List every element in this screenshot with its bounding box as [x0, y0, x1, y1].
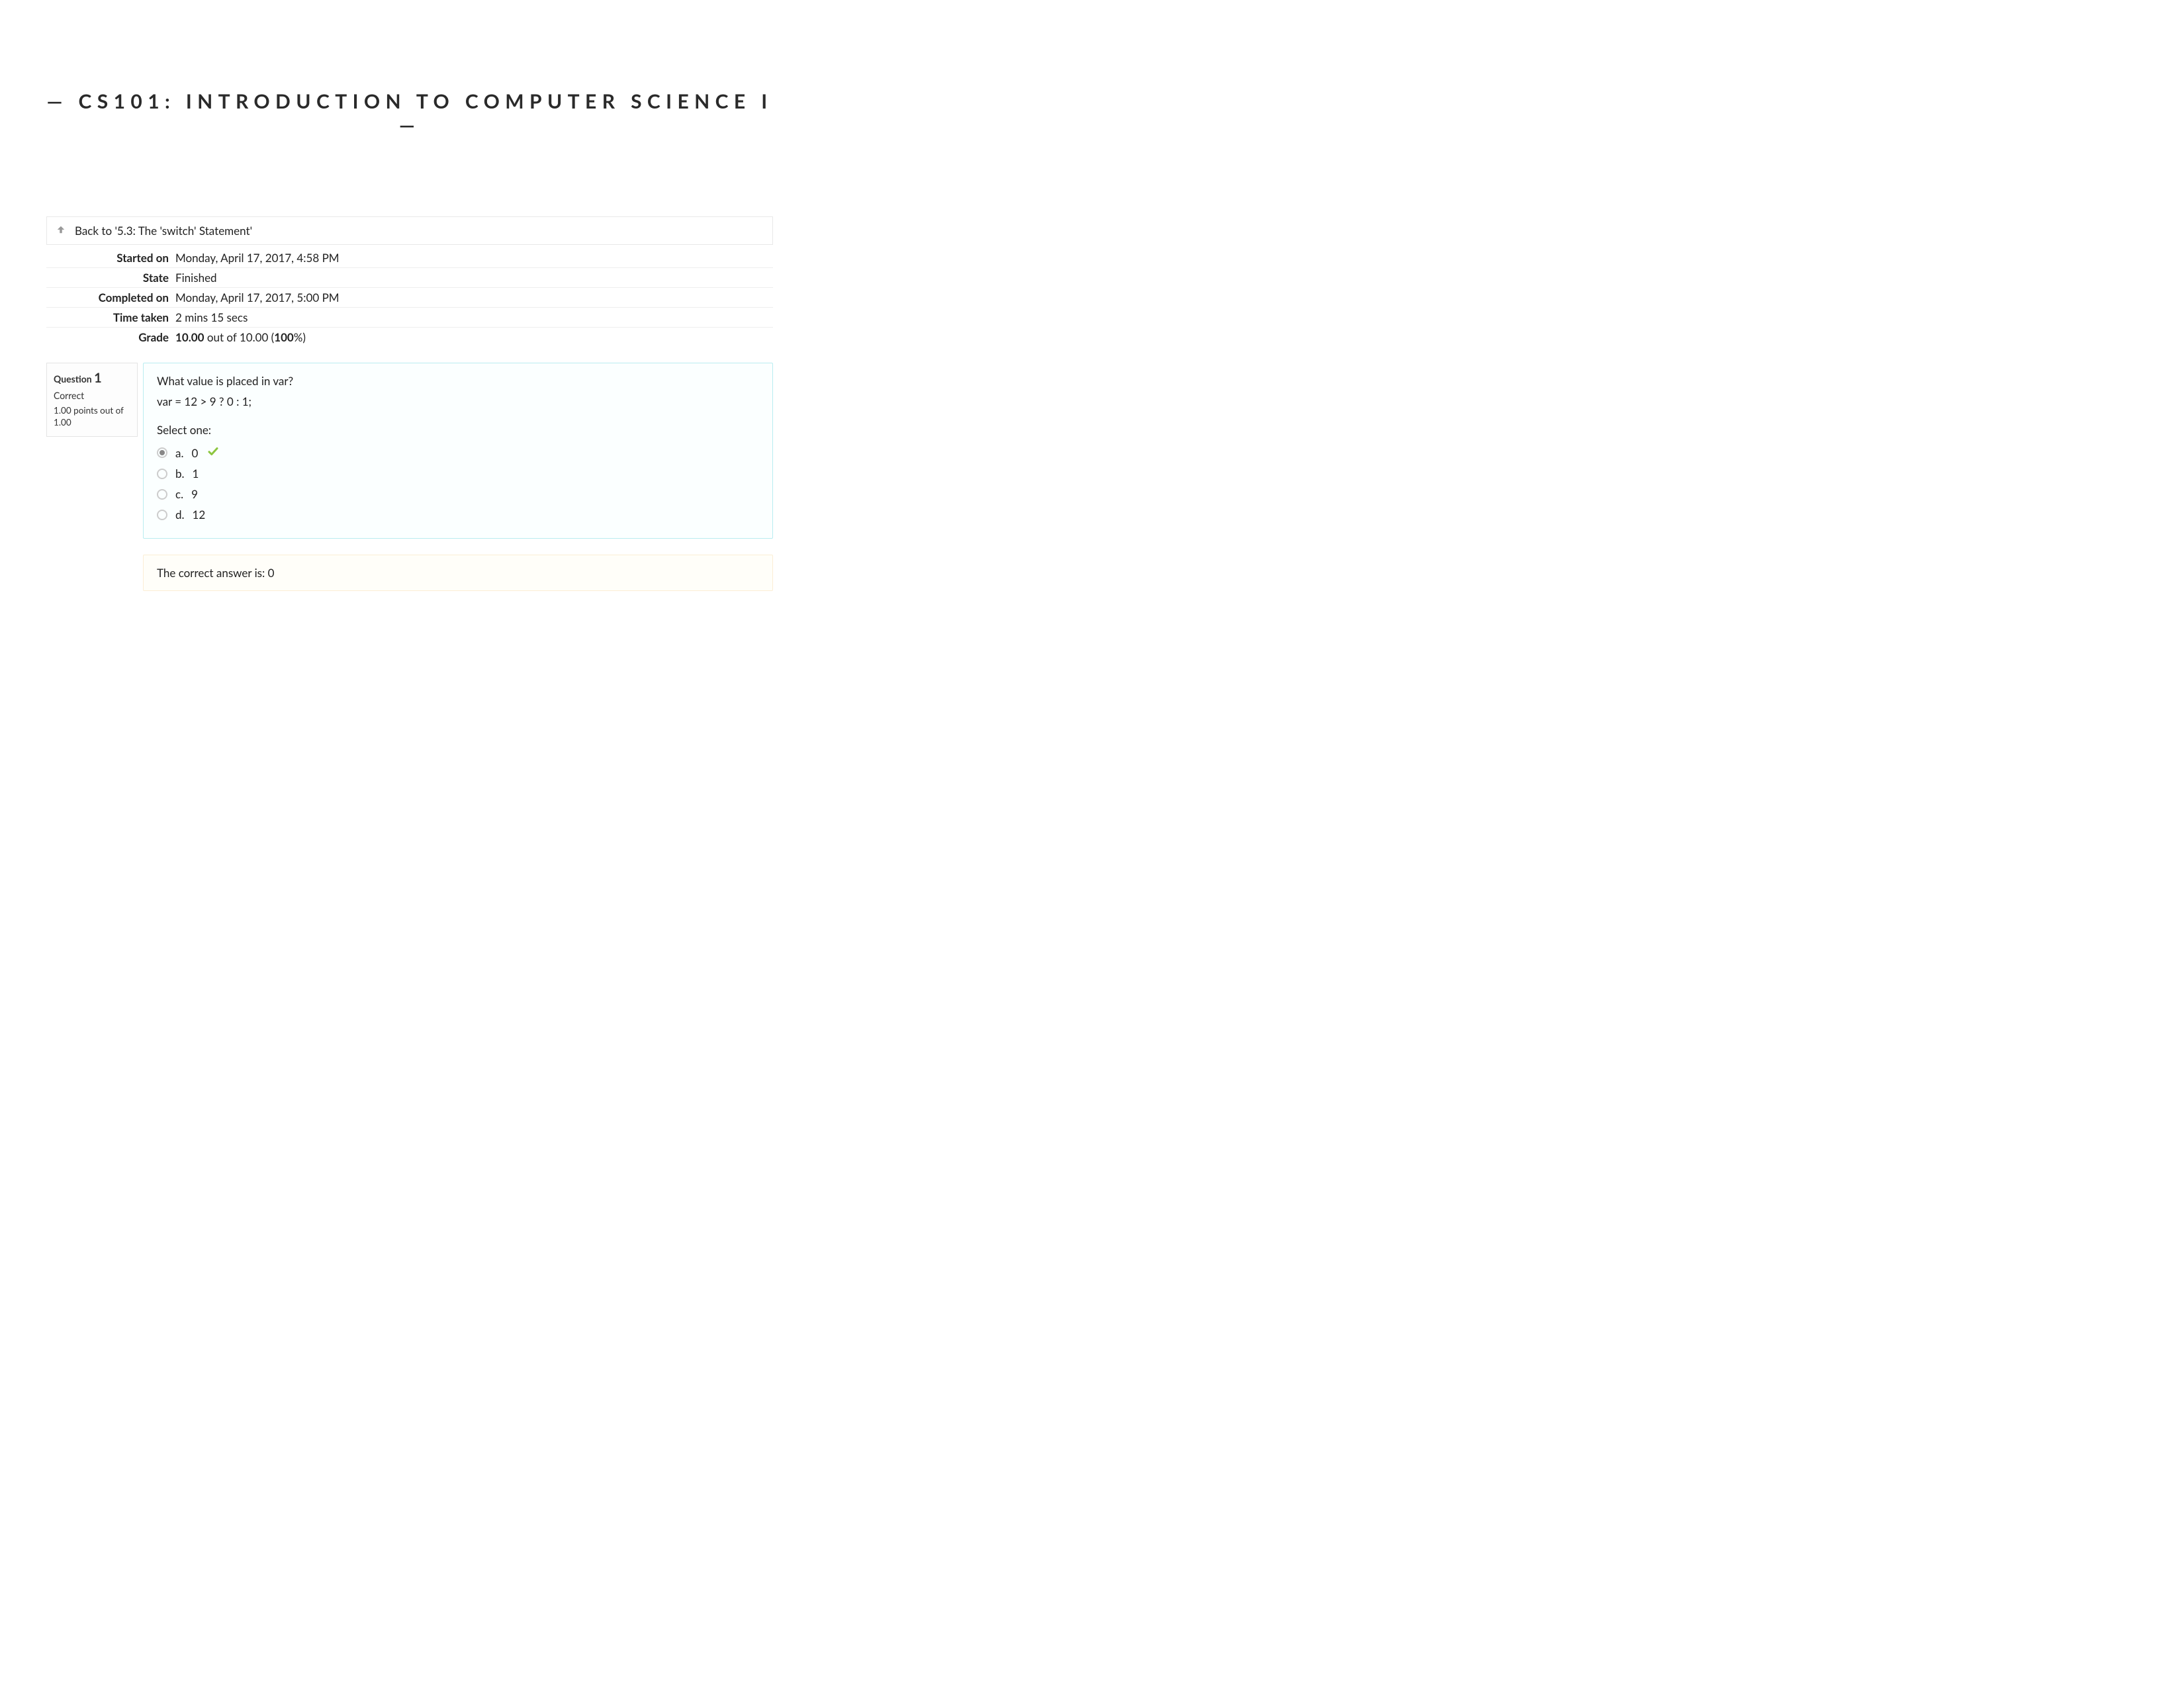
question-number: 1 — [94, 370, 102, 386]
time-taken-label: Time taken — [46, 308, 175, 328]
option-a[interactable]: a. 0 — [157, 442, 759, 463]
question-label: Question — [54, 373, 92, 385]
back-link-label: Back to '5.3: The 'switch' Statement' — [75, 224, 252, 238]
grade-percent: 100 — [274, 330, 294, 344]
feedback-box: The correct answer is: 0 — [143, 555, 773, 591]
option-letter: b. — [175, 467, 185, 480]
state-label: State — [46, 268, 175, 288]
option-d[interactable]: d. 12 — [157, 504, 759, 525]
completed-on-value: Monday, April 17, 2017, 5:00 PM — [175, 288, 773, 308]
grade-out-of: out of 10.00 ( — [204, 330, 274, 344]
option-c[interactable]: c. 9 — [157, 484, 759, 504]
question-prompt: What value is placed in var? — [157, 374, 759, 388]
question-status: Correct — [54, 390, 130, 401]
started-on-label: Started on — [46, 248, 175, 268]
question-area: Question 1 Correct 1.00 points out of 1.… — [46, 363, 773, 591]
page-title: — CS101: INTRODUCTION TO COMPUTER SCIENC… — [46, 89, 773, 137]
grade-earned: 10.00 — [175, 330, 204, 344]
grade-label: Grade — [46, 328, 175, 347]
option-letter: a. — [175, 446, 183, 460]
started-on-value: Monday, April 17, 2017, 4:58 PM — [175, 248, 773, 268]
question-body: What value is placed in var? var = 12 > … — [143, 363, 773, 539]
table-row: Completed on Monday, April 17, 2017, 5:0… — [46, 288, 773, 308]
option-text: 12 — [193, 508, 206, 522]
option-text: 9 — [191, 487, 198, 501]
radio-icon — [157, 447, 167, 458]
table-row: Grade 10.00 out of 10.00 (100%) — [46, 328, 773, 347]
completed-on-label: Completed on — [46, 288, 175, 308]
table-row: State Finished — [46, 268, 773, 288]
question-points: 1.00 points out of 1.00 — [54, 405, 130, 428]
select-one-label: Select one: — [157, 423, 759, 437]
table-row: Started on Monday, April 17, 2017, 4:58 … — [46, 248, 773, 268]
radio-icon — [157, 489, 167, 500]
question-meta-box: Question 1 Correct 1.00 points out of 1.… — [46, 363, 138, 437]
grade-value: 10.00 out of 10.00 (100%) — [175, 328, 773, 347]
option-b[interactable]: b. 1 — [157, 463, 759, 484]
option-letter: c. — [175, 487, 183, 501]
state-value: Finished — [175, 268, 773, 288]
check-icon — [207, 445, 219, 460]
table-row: Time taken 2 mins 15 secs — [46, 308, 773, 328]
grade-percent-suffix: %) — [294, 330, 306, 344]
radio-icon — [157, 469, 167, 479]
arrow-up-icon — [56, 225, 66, 236]
option-letter: d. — [175, 508, 185, 522]
option-text: 0 — [191, 446, 198, 460]
back-link[interactable]: Back to '5.3: The 'switch' Statement' — [46, 216, 773, 245]
radio-icon — [157, 510, 167, 520]
time-taken-value: 2 mins 15 secs — [175, 308, 773, 328]
attempt-summary-table: Started on Monday, April 17, 2017, 4:58 … — [46, 248, 773, 347]
option-text: 1 — [193, 467, 199, 480]
question-code: var = 12 > 9 ? 0 : 1; — [157, 394, 759, 408]
